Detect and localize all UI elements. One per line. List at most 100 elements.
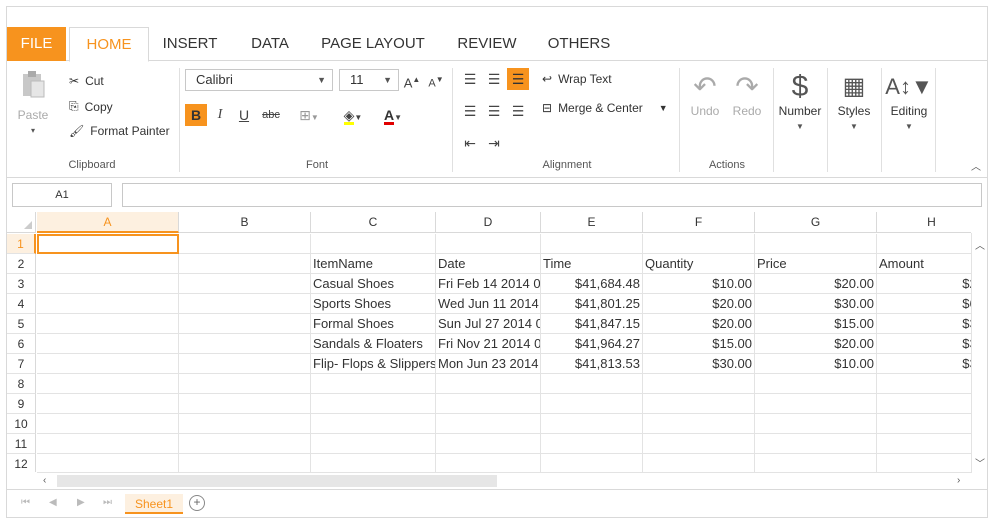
copy-button[interactable]: ⎘ Copy bbox=[69, 99, 113, 114]
cell-e1[interactable] bbox=[541, 234, 643, 254]
cell-c3[interactable]: Casual Shoes bbox=[311, 274, 436, 294]
cell-a5[interactable] bbox=[37, 314, 179, 334]
select-all-corner[interactable] bbox=[7, 212, 36, 233]
cell-h6[interactable]: $30 bbox=[877, 334, 971, 354]
vertical-scrollbar[interactable]: ︿ ﹀ bbox=[971, 233, 987, 473]
row-header-7[interactable]: 7 bbox=[7, 354, 36, 374]
cell-a6[interactable] bbox=[37, 334, 179, 354]
cell-d7[interactable]: Mon Jun 23 2014 bbox=[436, 354, 541, 374]
cell-c10[interactable] bbox=[311, 414, 436, 434]
decrease-indent-icon[interactable]: ⇤ bbox=[459, 132, 481, 154]
cell-b3[interactable] bbox=[179, 274, 311, 294]
cell-c7[interactable]: Flip- Flops & Slippers bbox=[311, 354, 436, 374]
undo-button[interactable]: ↶ Undo bbox=[687, 70, 723, 118]
cell-d6[interactable]: Fri Nov 21 2014 0 bbox=[436, 334, 541, 354]
tab-others[interactable]: OTHERS bbox=[543, 27, 615, 61]
cell-b2[interactable] bbox=[179, 254, 311, 274]
cell-e5[interactable]: $41,847.15 bbox=[541, 314, 643, 334]
cell-e12[interactable] bbox=[541, 454, 643, 472]
row-header-10[interactable]: 10 bbox=[7, 414, 36, 434]
decrease-font-size-icon[interactable]: A▼ bbox=[425, 69, 447, 91]
row-header-1[interactable]: 1 bbox=[7, 234, 36, 254]
cell-h10[interactable] bbox=[877, 414, 971, 434]
cell-e3[interactable]: $41,684.48 bbox=[541, 274, 643, 294]
row-header-2[interactable]: 2 bbox=[7, 254, 36, 274]
tab-insert[interactable]: INSERT bbox=[157, 27, 223, 61]
cell-h11[interactable] bbox=[877, 434, 971, 454]
column-header-e[interactable]: E bbox=[541, 212, 643, 233]
cell-e9[interactable] bbox=[541, 394, 643, 414]
align-left-icon[interactable]: ☰ bbox=[459, 100, 481, 122]
align-bottom-icon[interactable]: ☰ bbox=[507, 68, 529, 90]
row-header-4[interactable]: 4 bbox=[7, 294, 36, 314]
cell-d1[interactable] bbox=[436, 234, 541, 254]
cell-b4[interactable] bbox=[179, 294, 311, 314]
format-painter-button[interactable]: 🖌 Format Painter bbox=[69, 124, 170, 138]
cell-d9[interactable] bbox=[436, 394, 541, 414]
cell-b1[interactable] bbox=[179, 234, 311, 254]
cell-e8[interactable] bbox=[541, 374, 643, 394]
row-header-3[interactable]: 3 bbox=[7, 274, 36, 294]
cell-g3[interactable]: $20.00 bbox=[755, 274, 877, 294]
editing-button[interactable]: A↕▼ Editing ▼ bbox=[883, 70, 935, 131]
cell-f3[interactable]: $10.00 bbox=[643, 274, 755, 294]
cell-d11[interactable] bbox=[436, 434, 541, 454]
row-header-6[interactable]: 6 bbox=[7, 334, 36, 354]
row-header-11[interactable]: 11 bbox=[7, 434, 36, 454]
name-box[interactable]: A1 bbox=[12, 183, 112, 207]
column-header-h[interactable]: H bbox=[877, 212, 971, 233]
align-middle-icon[interactable]: ☰ bbox=[483, 68, 505, 90]
cell-f7[interactable]: $30.00 bbox=[643, 354, 755, 374]
cell-e6[interactable]: $41,964.27 bbox=[541, 334, 643, 354]
cell-g10[interactable] bbox=[755, 414, 877, 434]
cell-e2[interactable]: Time bbox=[541, 254, 643, 274]
cell-c6[interactable]: Sandals & Floaters bbox=[311, 334, 436, 354]
cell-c4[interactable]: Sports Shoes bbox=[311, 294, 436, 314]
cell-f11[interactable] bbox=[643, 434, 755, 454]
cell-b9[interactable] bbox=[179, 394, 311, 414]
column-header-c[interactable]: C bbox=[311, 212, 436, 233]
cell-h3[interactable]: $20 bbox=[877, 274, 971, 294]
collapse-ribbon-icon[interactable]: ︿ bbox=[971, 158, 981, 173]
cell-d2[interactable]: Date bbox=[436, 254, 541, 274]
cell-a4[interactable] bbox=[37, 294, 179, 314]
cell-f5[interactable]: $20.00 bbox=[643, 314, 755, 334]
cell-d8[interactable] bbox=[436, 374, 541, 394]
cell-g6[interactable]: $20.00 bbox=[755, 334, 877, 354]
redo-button[interactable]: ↷ Redo bbox=[729, 70, 765, 118]
column-header-g[interactable]: G bbox=[755, 212, 877, 233]
cell-d5[interactable]: Sun Jul 27 2014 0 bbox=[436, 314, 541, 334]
cell-a10[interactable] bbox=[37, 414, 179, 434]
cell-d12[interactable] bbox=[436, 454, 541, 472]
formula-bar-input[interactable] bbox=[122, 183, 982, 207]
scroll-left-icon[interactable]: ‹ bbox=[43, 475, 46, 486]
font-size-select[interactable]: 11 ▼ bbox=[339, 69, 399, 91]
cell-a3[interactable] bbox=[37, 274, 179, 294]
cell-b5[interactable] bbox=[179, 314, 311, 334]
cell-f12[interactable] bbox=[643, 454, 755, 472]
font-color-button[interactable]: A▼ bbox=[375, 104, 411, 126]
cell-a1[interactable] bbox=[37, 234, 179, 254]
scroll-right-icon[interactable]: › bbox=[957, 475, 960, 486]
row-header-8[interactable]: 8 bbox=[7, 374, 36, 394]
wrap-text-button[interactable]: ↩ Wrap Text bbox=[542, 72, 612, 86]
cell-g9[interactable] bbox=[755, 394, 877, 414]
cell-h9[interactable] bbox=[877, 394, 971, 414]
increase-indent-icon[interactable]: ⇥ bbox=[483, 132, 505, 154]
column-header-b[interactable]: B bbox=[179, 212, 311, 233]
next-sheet-icon[interactable]: ▶ bbox=[77, 497, 85, 508]
column-header-a[interactable]: A bbox=[37, 212, 179, 233]
paste-button[interactable]: Paste ▾ bbox=[15, 70, 51, 135]
merge-center-button[interactable]: ⊟ Merge & Center ▼ bbox=[542, 101, 668, 115]
cell-c11[interactable] bbox=[311, 434, 436, 454]
add-sheet-icon[interactable]: + bbox=[189, 495, 205, 511]
cell-h2[interactable]: Amount bbox=[877, 254, 971, 274]
cut-button[interactable]: ✂ Cut bbox=[69, 74, 104, 88]
last-sheet-icon[interactable]: ⏭ bbox=[103, 497, 112, 508]
cell-d10[interactable] bbox=[436, 414, 541, 434]
scroll-down-icon[interactable]: ﹀ bbox=[975, 455, 985, 470]
cell-d4[interactable]: Wed Jun 11 2014 bbox=[436, 294, 541, 314]
cell-b10[interactable] bbox=[179, 414, 311, 434]
cell-g4[interactable]: $30.00 bbox=[755, 294, 877, 314]
cell-e7[interactable]: $41,813.53 bbox=[541, 354, 643, 374]
